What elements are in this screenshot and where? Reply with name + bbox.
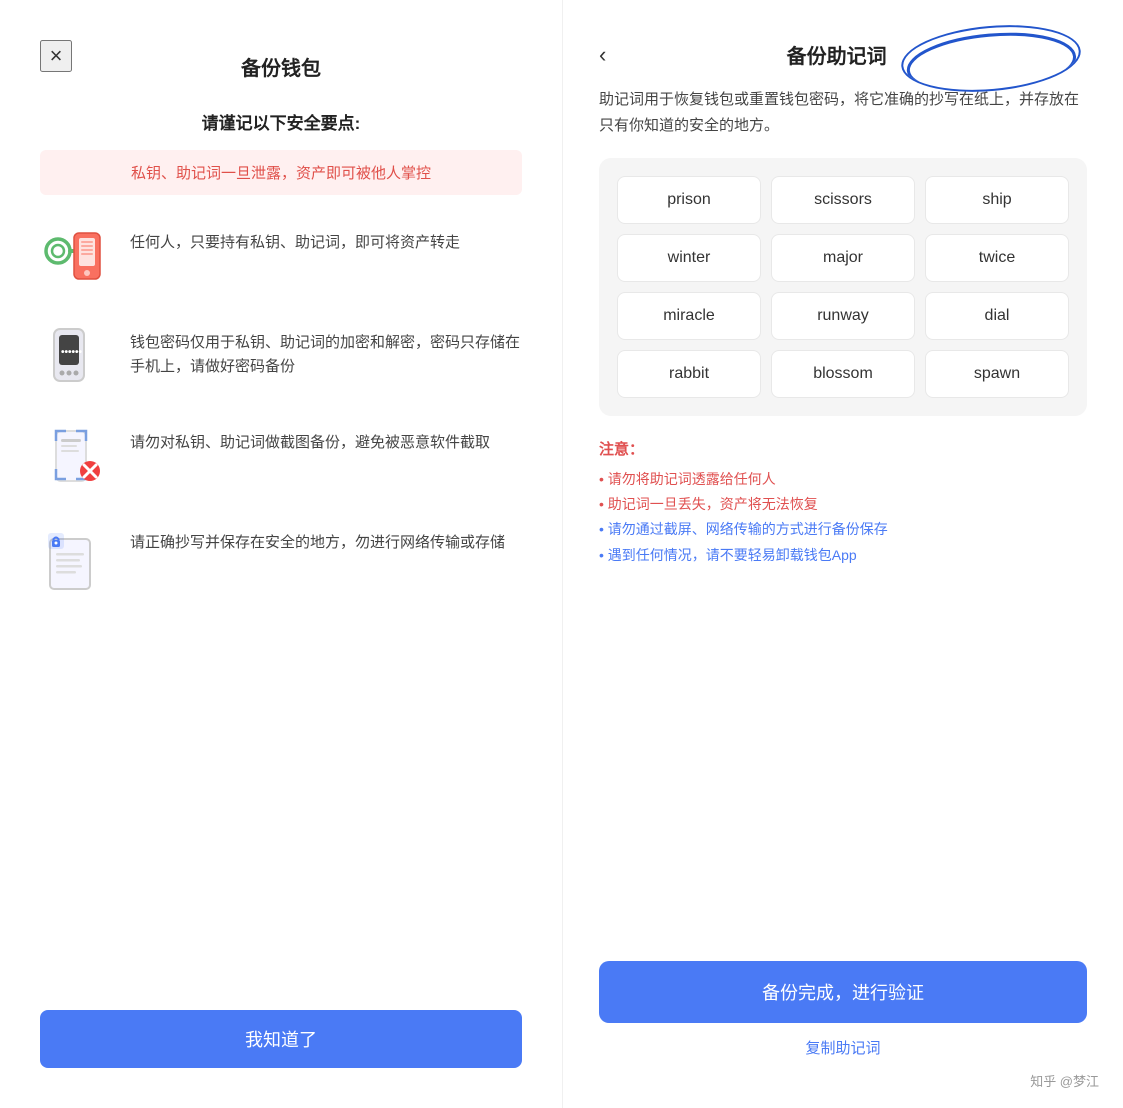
phone-lock-icon: •••••• [40, 325, 112, 397]
watermark: 知乎 @梦江 [1030, 1071, 1099, 1090]
notice-section: 注意： • 请勿将助记词透露给任何人• 助记词一旦丢失，资产将无法恢复• 请勿通… [599, 438, 1087, 568]
right-description: 助记词用于恢复钱包或重置钱包密码，将它准确的抄写在纸上，并存放在只有你知道的安全… [599, 87, 1087, 138]
left-subtitle: 请谨记以下安全要点: [40, 109, 522, 134]
notice-item-4: • 遇到任何情况，请不要轻易卸载钱包App [599, 543, 1087, 568]
feature-item-3: 请勿对私钥、助记词做截图备份，避免被恶意软件截取 [40, 425, 522, 497]
mnemonic-word-3: ship [925, 176, 1069, 224]
notice-item-3: • 请勿通过截屏、网络传输的方式进行备份保存 [599, 517, 1087, 542]
mnemonic-word-12: spawn [925, 350, 1069, 398]
right-header: ‹ 备份助记词 [599, 40, 1087, 69]
feature-list: 任何人，只要持有私钥、助记词，即可将资产转走 •••••• [40, 225, 522, 970]
feature-item-1: 任何人，只要持有私钥、助记词，即可将资产转走 [40, 225, 522, 297]
left-title: 备份钱包 [40, 52, 522, 81]
write-save-icon [40, 525, 112, 597]
mnemonic-word-5: major [771, 234, 915, 282]
acknowledge-button[interactable]: 我知道了 [40, 1010, 522, 1068]
mnemonic-word-11: blossom [771, 350, 915, 398]
feature-item-4: 请正确抄写并保存在安全的地方，勿进行网络传输或存储 [40, 525, 522, 597]
mnemonic-word-2: scissors [771, 176, 915, 224]
key-phone-icon [40, 225, 112, 297]
feature-text-1: 任何人，只要持有私钥、助记词，即可将资产转走 [130, 225, 460, 255]
mnemonic-grid: prisonscissorsship wintermajortwice miracl… [599, 158, 1087, 416]
back-button[interactable]: ‹ [599, 42, 606, 68]
feature-text-2: 钱包密码仅用于私钥、助记词的加密和解密，密码只存储在手机上，请做好密码备份 [130, 325, 522, 379]
notice-item-2: • 助记词一旦丢失，资产将无法恢复 [599, 492, 1087, 517]
feature-text-4: 请正确抄写并保存在安全的地方，勿进行网络传输或存储 [130, 525, 505, 555]
notice-items: • 请勿将助记词透露给任何人• 助记词一旦丢失，资产将无法恢复• 请勿通过截屏、… [599, 467, 1087, 568]
mnemonic-word-8: runway [771, 292, 915, 340]
warning-banner: 私钥、助记词一旦泄露，资产即可被他人掌控 [40, 150, 522, 195]
mnemonic-word-1: prison [617, 176, 761, 224]
notice-title: 注意： [599, 438, 1087, 459]
feature-text-3: 请勿对私钥、助记词做截图备份，避免被恶意软件截取 [130, 425, 490, 455]
mnemonic-word-7: miracle [617, 292, 761, 340]
right-title: 备份助记词 [622, 40, 1051, 69]
mnemonic-word-6: twice [925, 234, 1069, 282]
right-panel: ‹ 备份助记词 助记词用于恢复钱包或重置钱包密码，将它准确的抄写在纸上，并存放在… [562, 0, 1123, 1108]
verify-button[interactable]: 备份完成，进行验证 [599, 961, 1087, 1023]
notice-item-1: • 请勿将助记词透露给任何人 [599, 467, 1087, 492]
copy-mnemonic-link[interactable]: 复制助记词 [599, 1037, 1087, 1058]
feature-item-2: •••••• 钱包密码仅用于私钥、助记词的加密和解密，密码只存储在手机上，请做好… [40, 325, 522, 397]
svg-text:••••••: •••••• [61, 347, 83, 358]
mnemonic-word-4: winter [617, 234, 761, 282]
screenshot-forbidden-icon [40, 425, 112, 497]
mnemonic-word-9: dial [925, 292, 1069, 340]
left-panel: × 备份钱包 请谨记以下安全要点: 私钥、助记词一旦泄露，资产即可被他人掌控 [0, 0, 562, 1108]
mnemonic-word-10: rabbit [617, 350, 761, 398]
